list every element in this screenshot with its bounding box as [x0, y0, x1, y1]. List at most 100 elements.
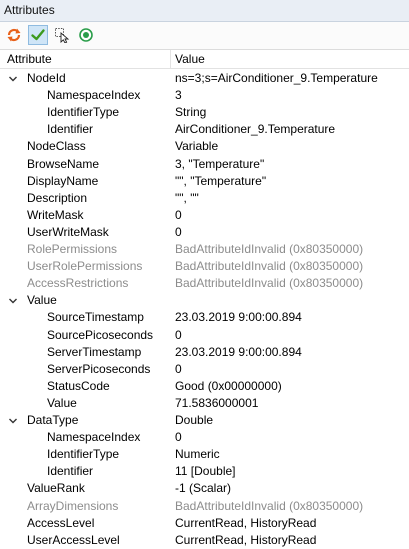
tree-row[interactable]: ValueRank -1 (Scalar) — [0, 480, 409, 497]
refresh-button[interactable] — [4, 25, 24, 45]
attribute-name: ValueRank — [27, 481, 85, 495]
tree-row[interactable]: ArrayDimensions BadAttributeIdInvalid (0x… — [0, 498, 409, 515]
tree-row[interactable]: SourceTimestamp 23.03.2019 9:00:00.894 — [0, 309, 409, 326]
attribute-value: "", "" — [175, 191, 199, 205]
attribute-name: AccessRestrictions — [27, 276, 129, 290]
attribute-name: Value — [27, 293, 57, 307]
attribute-name: StatusCode — [47, 379, 110, 393]
attribute-value: 11 [Double] — [175, 464, 236, 478]
attribute-name: NamespaceIndex — [47, 88, 141, 102]
record-button[interactable] — [76, 25, 96, 45]
tree-row[interactable]: NodeId ns=3;s=AirConditioner_9.Temperatur… — [0, 70, 409, 87]
tree-row[interactable]: NamespaceIndex 3 — [0, 87, 409, 104]
attribute-name: Identifier — [47, 122, 94, 136]
attribute-value: -1 (Scalar) — [175, 481, 232, 495]
attribute-value: 0 — [175, 430, 182, 444]
attribute-name: Identifier — [47, 464, 94, 478]
attribute-value: 0 — [175, 328, 182, 342]
tree-row[interactable]: Value 71.5836000001 — [0, 395, 409, 412]
chevron-down-icon[interactable] — [8, 74, 18, 84]
attribute-value: BadAttributeIdInvalid (0x80350000) — [175, 259, 364, 273]
attribute-value: 0 — [175, 362, 182, 376]
tree-row[interactable]: WriteMask 0 — [0, 207, 409, 224]
attribute-value: Variable — [175, 139, 219, 153]
check-icon — [31, 29, 45, 41]
attribute-name: NodeClass — [27, 139, 86, 153]
tree-row[interactable]: RolePermissions BadAttributeIdInvalid (0x… — [0, 241, 409, 258]
attribute-name: UserRolePermissions — [27, 259, 143, 273]
attribute-name: RolePermissions — [27, 242, 118, 256]
table-header: Attribute Value — [0, 50, 409, 69]
attribute-value: Double — [175, 413, 214, 427]
attribute-value: CurrentRead, HistoryRead — [175, 516, 317, 530]
attribute-name: BrowseName — [27, 157, 100, 171]
validate-button[interactable] — [28, 25, 48, 45]
select-button[interactable] — [52, 25, 72, 45]
tree-row[interactable]: DisplayName "", "Temperature" — [0, 173, 409, 190]
attribute-name: Description — [27, 191, 88, 205]
tree-row[interactable]: ServerPicoseconds 0 — [0, 361, 409, 378]
attribute-value: Good (0x00000000) — [175, 379, 282, 393]
attribute-value: 3 — [175, 88, 182, 102]
refresh-icon — [7, 28, 21, 42]
attribute-name: SourceTimestamp — [47, 310, 144, 324]
tree-row[interactable]: DataType Double — [0, 412, 409, 429]
panel-titlebar: Attributes — [0, 0, 409, 22]
tree-row[interactable]: Identifier AirConditioner_9.Temperature — [0, 121, 409, 138]
attribute-value: AirConditioner_9.Temperature — [175, 122, 336, 136]
attribute-value: 0 — [175, 225, 182, 239]
tree-row[interactable]: ServerTimestamp 23.03.2019 9:00:00.894 — [0, 344, 409, 361]
attribute-name: NodeId — [27, 71, 66, 85]
attribute-value: 3, "Temperature" — [175, 157, 265, 171]
attribute-name: WriteMask — [27, 208, 84, 222]
attribute-name: AccessLevel — [27, 516, 95, 530]
tree-row[interactable]: AccessLevel CurrentRead, HistoryRead — [0, 515, 409, 532]
tree-row[interactable]: UserWriteMask 0 — [0, 224, 409, 241]
tree-row[interactable]: IdentifierType String — [0, 104, 409, 121]
attribute-name: ServerTimestamp — [47, 345, 142, 359]
tree-row[interactable]: AccessRestrictions BadAttributeIdInvalid … — [0, 275, 409, 292]
attribute-value: 23.03.2019 9:00:00.894 — [175, 310, 302, 324]
attribute-name: NamespaceIndex — [47, 430, 141, 444]
attribute-value: 71.5836000001 — [175, 396, 259, 410]
tree-row[interactable]: Identifier 11 [Double] — [0, 463, 409, 480]
attribute-name: IdentifierType — [47, 447, 120, 461]
attribute-name: ServerPicoseconds — [47, 362, 151, 376]
attribute-name: DisplayName — [27, 174, 99, 188]
attribute-value: BadAttributeIdInvalid (0x80350000) — [175, 242, 364, 256]
attribute-name: UserAccessLevel — [27, 533, 120, 547]
attribute-value: Numeric — [175, 447, 220, 461]
attribute-value: BadAttributeIdInvalid (0x80350000) — [175, 499, 364, 513]
tree-row[interactable]: SourcePicoseconds 0 — [0, 327, 409, 344]
tree-row[interactable]: UserRolePermissions BadAttributeIdInvalid… — [0, 258, 409, 275]
tree-row[interactable]: Value — [0, 292, 409, 309]
attribute-name: UserWriteMask — [27, 225, 109, 239]
tree-row[interactable]: NodeClass Variable — [0, 138, 409, 155]
attribute-value: 23.03.2019 9:00:00.894 — [175, 345, 302, 359]
attribute-value: ns=3;s=AirConditioner_9.Temperature — [175, 71, 378, 85]
tree-row[interactable]: NamespaceIndex 0 — [0, 429, 409, 446]
attribute-name: IdentifierType — [47, 105, 120, 119]
attribute-value: String — [175, 105, 207, 119]
chevron-down-icon[interactable] — [8, 416, 18, 426]
attribute-name: SourcePicoseconds — [47, 328, 154, 342]
attribute-value: "", "Temperature" — [175, 174, 267, 188]
select-cursor-icon — [55, 28, 70, 43]
tree-row[interactable]: BrowseName 3, "Temperature" — [0, 156, 409, 173]
column-header-attribute[interactable]: Attribute — [7, 52, 52, 66]
column-header-value[interactable]: Value — [175, 52, 205, 66]
toolbar — [0, 22, 409, 50]
attribute-value: 0 — [175, 208, 182, 222]
column-divider[interactable] — [170, 50, 171, 68]
tree-row[interactable]: StatusCode Good (0x00000000) — [0, 378, 409, 395]
attribute-name: Value — [47, 396, 77, 410]
attribute-name: ArrayDimensions — [27, 499, 119, 513]
attribute-name: DataType — [27, 413, 79, 427]
record-icon — [79, 28, 93, 42]
tree-row[interactable]: Description "", "" — [0, 190, 409, 207]
tree-row[interactable]: IdentifierType Numeric — [0, 446, 409, 463]
chevron-down-icon[interactable] — [8, 296, 18, 306]
panel-title: Attributes — [4, 3, 55, 17]
attribute-value: BadAttributeIdInvalid (0x80350000) — [175, 276, 364, 290]
tree-row[interactable]: UserAccessLevel CurrentRead, HistoryRead — [0, 532, 409, 549]
